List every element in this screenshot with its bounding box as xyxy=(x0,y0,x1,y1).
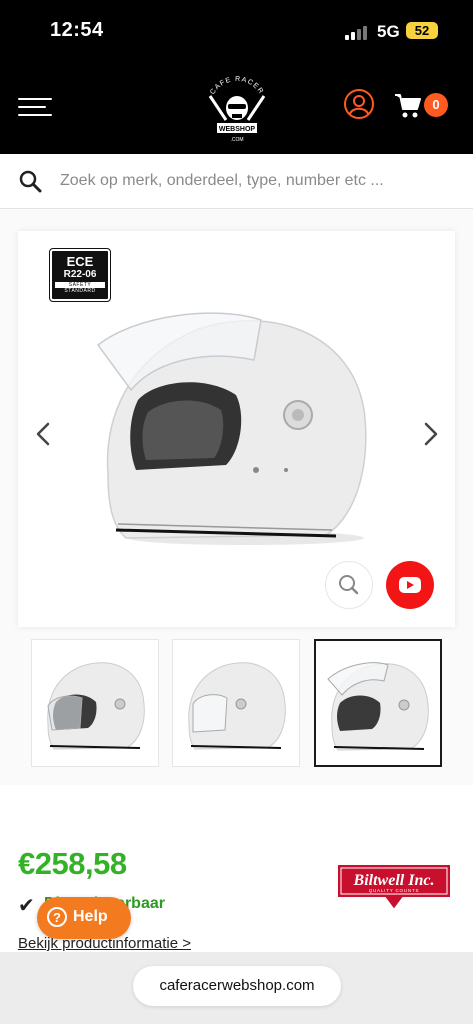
logo-top-text: CAFE RACER xyxy=(209,76,263,96)
help-icon: ? xyxy=(47,907,67,927)
search-input[interactable] xyxy=(60,168,460,194)
brand-logo[interactable]: Biltwell Inc. QUALITY COUNTS xyxy=(333,862,455,914)
thumbnail-1[interactable] xyxy=(31,639,159,767)
video-button[interactable] xyxy=(386,561,434,609)
ece-badge-line4: STANDARD xyxy=(64,288,96,294)
cart-count-badge[interactable]: 0 xyxy=(424,93,448,117)
thumbnail-2[interactable] xyxy=(172,639,300,767)
account-button[interactable] xyxy=(344,89,374,119)
address-bar[interactable]: caferacerwebshop.com xyxy=(133,966,341,1006)
status-time: 12:54 xyxy=(50,19,104,41)
search-bar xyxy=(0,154,473,209)
browser-bottom-bar: caferacerwebshop.com xyxy=(0,952,473,1024)
menu-icon[interactable] xyxy=(18,98,52,118)
zoom-button[interactable] xyxy=(325,561,373,609)
zoom-icon xyxy=(339,575,359,595)
logo-bottom-text: WEBSHOP xyxy=(219,126,256,133)
prev-image-arrow-icon[interactable] xyxy=(32,420,56,448)
ece-badge-line1: ECE xyxy=(66,254,94,269)
battery-icon: 52 xyxy=(406,22,438,39)
checkmark-icon: ✔ xyxy=(18,895,35,917)
product-main-image[interactable] xyxy=(96,300,374,555)
next-image-arrow-icon[interactable] xyxy=(418,420,442,448)
thumbnail-3[interactable] xyxy=(314,639,442,767)
product-price: €258,58 xyxy=(18,846,127,881)
search-icon[interactable] xyxy=(18,169,42,193)
thumbnail-helmet-image xyxy=(47,662,145,750)
thumbnail-helmet-image xyxy=(188,662,286,750)
help-label: Help xyxy=(73,908,108,925)
signal-icon xyxy=(345,24,371,40)
help-button[interactable]: ? Help xyxy=(37,897,131,939)
thumbnail-helmet-image xyxy=(327,662,429,751)
ece-certification-badge: ECE R22-06 SAFETY STANDARD xyxy=(49,248,111,302)
site-header: CAFE RACER WEBSHOP .COM 0 xyxy=(0,62,473,154)
youtube-icon xyxy=(399,577,421,593)
cart-icon[interactable] xyxy=(394,92,422,120)
user-icon xyxy=(349,95,369,115)
logo-dotcom-text: .COM xyxy=(230,137,243,143)
svg-text:CAFE RACER: CAFE RACER xyxy=(209,76,265,96)
network-type: 5G xyxy=(377,22,400,41)
status-bar: 12:54 5G 52 xyxy=(0,0,473,62)
brand-tagline-text: QUALITY COUNTS xyxy=(369,888,420,893)
site-logo[interactable]: CAFE RACER WEBSHOP .COM xyxy=(196,68,278,150)
brand-name-text: Biltwell Inc. xyxy=(353,872,435,889)
ece-badge-line2: R22-06 xyxy=(63,269,97,280)
